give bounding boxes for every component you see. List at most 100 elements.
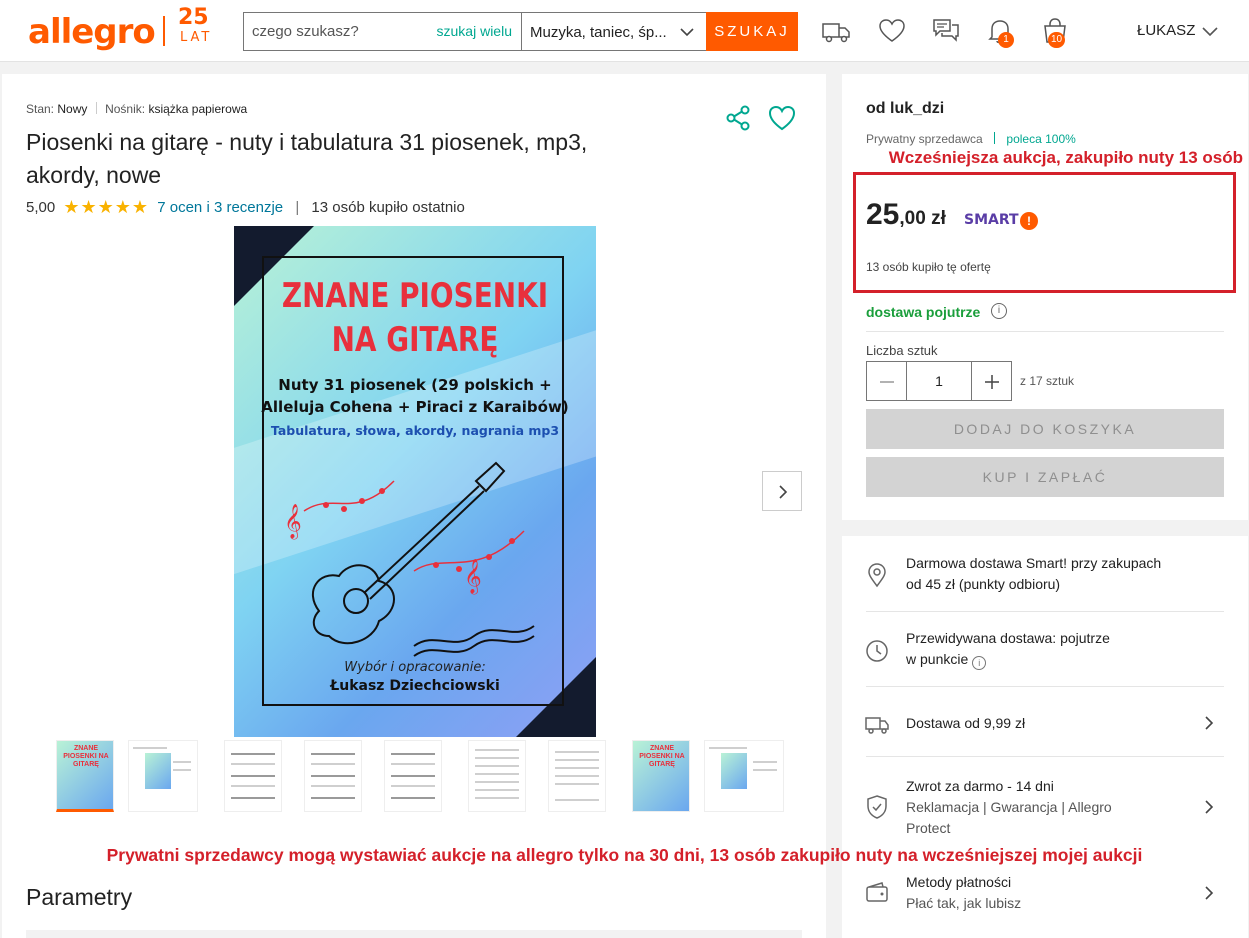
medium-value: książka papierowa xyxy=(148,102,248,116)
svg-text:𝄞: 𝄞 xyxy=(284,504,302,540)
chevron-right-icon xyxy=(779,485,788,499)
plus-icon xyxy=(985,375,999,389)
offer-panel: od luk_dzi Prywatny sprzedawca poleca 10… xyxy=(842,74,1248,520)
rating-value: 5,00 xyxy=(26,199,56,216)
seller-divider xyxy=(994,132,996,144)
top-header: allegro 25 LAT szukaj wielu Muzyka, tani… xyxy=(0,0,1249,62)
cover-title-line1: ZNANE PIOSENKI xyxy=(281,276,549,316)
seller-meta: Prywatny sprzedawca poleca 100% xyxy=(866,132,1076,146)
search-button[interactable]: SZUKAJ xyxy=(706,12,798,51)
parameters-strip xyxy=(26,930,802,938)
thumbnail[interactable] xyxy=(704,740,784,812)
cover-title: ZNANE PIOSENKI NA GITARĘ xyxy=(267,274,564,362)
bought-count: 13 osób kupiło tę ofertę xyxy=(866,260,991,274)
thumbnail[interactable]: ZNANE PIOSENKI NA GITARĘ xyxy=(56,740,114,812)
user-menu-label[interactable]: ŁUKASZ xyxy=(1137,22,1195,39)
buy-now-button[interactable]: KUP I ZAPŁAĆ xyxy=(866,457,1224,497)
category-select[interactable]: Muzyka, taniec, śp... xyxy=(521,12,707,51)
delivery-info-panel: Darmowa dostawa Smart! przy zakupach od … xyxy=(842,536,1248,938)
shield-icon xyxy=(867,795,887,819)
seller-type: Prywatny sprzedawca xyxy=(866,132,983,146)
payment-methods-row[interactable]: Metody płatności Płać tak, jak lubisz xyxy=(906,872,1021,914)
search-multi-link[interactable]: szukaj wielu xyxy=(437,23,512,39)
chevron-right-icon[interactable] xyxy=(1200,884,1218,902)
quantity-label: Liczba sztuk xyxy=(866,343,938,358)
chevron-right-icon[interactable] xyxy=(1200,798,1218,816)
category-value: Muzyka, taniec, śp... xyxy=(530,24,667,41)
rating-divider: | xyxy=(295,199,300,216)
allegro-logo[interactable]: allegro xyxy=(28,12,156,52)
thumbnail[interactable] xyxy=(224,740,282,812)
smart-info-icon[interactable]: ! xyxy=(1020,212,1038,230)
returns-line1: Zwrot za darmo - 14 dni xyxy=(906,778,1054,794)
quantity-stepper xyxy=(866,361,1012,401)
thumbnail[interactable] xyxy=(548,740,606,812)
product-main-image[interactable]: ZNANE PIOSENKI NA GITARĘ Nuty 31 piosene… xyxy=(234,226,596,737)
quantity-decrease-button[interactable] xyxy=(867,362,907,400)
clock-icon xyxy=(866,640,888,662)
chevron-right-icon[interactable] xyxy=(1200,714,1218,732)
truck-icon xyxy=(865,717,889,734)
divider xyxy=(866,331,1224,332)
delivery-cost-row[interactable]: Dostawa od 9,99 zł xyxy=(906,713,1025,734)
annotation-bottom: Prywatni sprzedawcy mogą wystawiać aukcj… xyxy=(106,845,1143,865)
thumbnail[interactable] xyxy=(384,740,442,812)
returns-line2: Reklamacja | Gwarancja | Allegro xyxy=(906,799,1112,815)
logo-25-years: 25 xyxy=(178,5,209,30)
logo-lat: LAT xyxy=(180,30,213,45)
thumbnail[interactable]: ZNANE PIOSENKI NA GITARĘ xyxy=(632,740,690,812)
free-delivery-line2: od 45 zł (punkty odbioru) xyxy=(906,576,1061,592)
cart-badge: 10 xyxy=(1048,32,1066,48)
annotation-top: Wcześniejsza aukcja, zakupiło nuty 13 os… xyxy=(888,148,1243,167)
info-icon[interactable]: i xyxy=(991,303,1007,319)
thumbnail[interactable] xyxy=(468,740,526,812)
divider xyxy=(866,686,1224,687)
seller-recommend[interactable]: poleca 100% xyxy=(1006,132,1075,146)
thumbnail[interactable] xyxy=(128,740,198,812)
svg-text:𝄞: 𝄞 xyxy=(464,559,482,595)
price: 25,00 zł xyxy=(866,198,946,232)
gallery-next-button[interactable] xyxy=(762,471,802,511)
notifications-badge: 1 xyxy=(998,32,1014,48)
price-decimal: ,00 zł xyxy=(899,208,946,229)
divider xyxy=(866,611,1224,612)
messages-icon[interactable] xyxy=(931,16,961,46)
chevron-down-icon xyxy=(680,28,694,37)
smart-badge[interactable]: SMART xyxy=(964,212,1019,228)
guitar-illustration: 𝄞 𝄞 xyxy=(284,461,535,657)
returns-row[interactable]: Zwrot za darmo - 14 dni Reklamacja | Gwa… xyxy=(906,776,1112,839)
search-input[interactable] xyxy=(252,13,422,50)
meta-divider xyxy=(95,102,97,114)
returns-line3: Protect xyxy=(906,820,951,836)
cover-title-line2: NA GITARĘ xyxy=(331,320,499,360)
info-icon[interactable]: i xyxy=(972,656,987,670)
favorite-heart-icon[interactable] xyxy=(767,104,797,132)
quantity-increase-button[interactable] xyxy=(971,362,1011,400)
cover-by-label: Wybór i opracowanie: xyxy=(344,660,486,675)
free-delivery-info: Darmowa dostawa Smart! przy zakupach od … xyxy=(906,553,1161,595)
minus-icon xyxy=(880,381,894,383)
location-pin-icon xyxy=(868,563,886,588)
share-icon[interactable] xyxy=(724,104,752,132)
seller-name[interactable]: od luk_dzi xyxy=(866,100,944,118)
condition-label: Stan: xyxy=(26,102,55,116)
cover-subtitle: Nuty 31 piosenek (29 polskich + Alleluja… xyxy=(261,376,569,416)
delivery-estimate-line1: Przewidywana dostawa: pojutrze xyxy=(906,630,1110,646)
reviews-link[interactable]: 7 ocen i 3 recenzje xyxy=(157,199,283,216)
delivery-truck-icon[interactable] xyxy=(821,16,851,46)
thumbnail[interactable] xyxy=(304,740,362,812)
chevron-down-icon[interactable] xyxy=(1200,22,1220,42)
search-box: szukaj wielu xyxy=(243,12,522,51)
wallet-icon xyxy=(866,882,888,902)
parameters-heading: Parametry xyxy=(26,884,133,910)
quantity-available: z 17 sztuk xyxy=(1020,374,1075,388)
quantity-input[interactable] xyxy=(907,362,971,400)
delivery-estimate-info: Przewidywana dostawa: pojutrze w punkcie… xyxy=(906,628,1110,670)
divider xyxy=(866,756,1224,757)
add-to-cart-button[interactable]: DODAJ DO KOSZYKA xyxy=(866,409,1224,449)
logo-divider xyxy=(163,16,165,46)
delivery-estimate-line2-wrap: w punkcie i xyxy=(906,649,1110,670)
heart-icon[interactable] xyxy=(877,16,907,46)
cover-subtitle-2: Tabulatura, słowa, akordy, nagrania mp3 xyxy=(270,423,560,438)
medium-label: Nośnik: xyxy=(105,102,146,116)
